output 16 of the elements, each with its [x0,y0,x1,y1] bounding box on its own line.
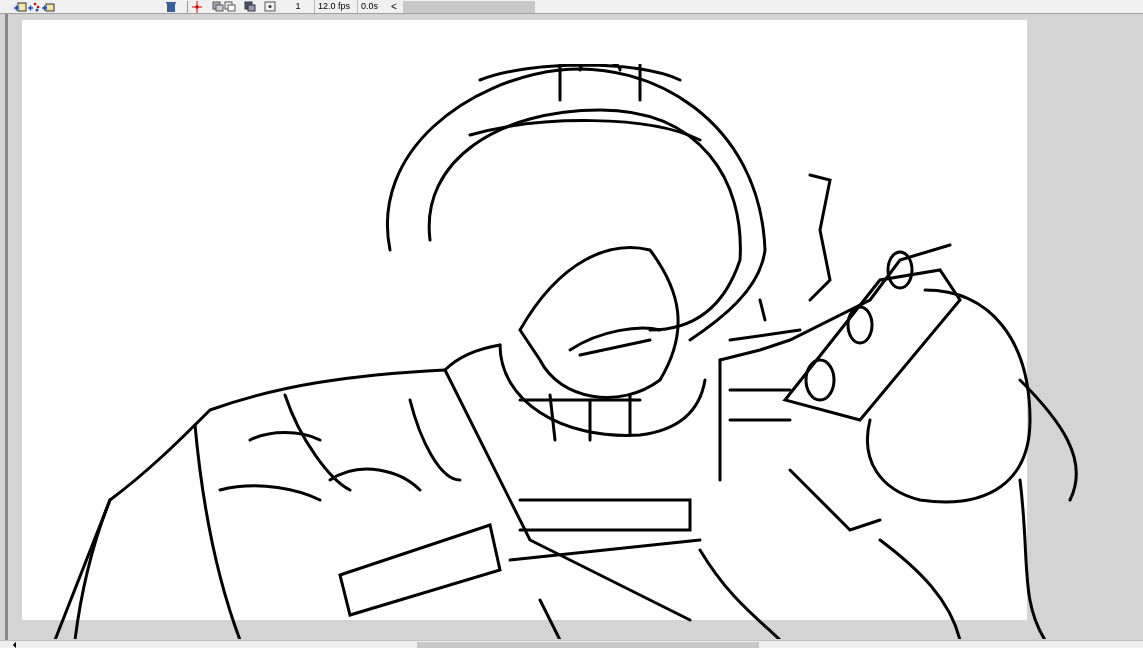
scroll-left-icon[interactable] [12,641,17,648]
stage-scrollbar-thumb[interactable] [417,641,759,648]
elapsed-time: 0.0s [357,0,382,14]
current-frame: 1 [286,0,310,14]
add-guide-layer-icon[interactable] [27,1,41,12]
onion-markers-icon[interactable] [264,1,276,12]
timeline-scrollbar-thumb[interactable] [402,0,535,13]
edit-multiple-frames-icon[interactable] [244,1,256,12]
playhead-center-icon[interactable] [192,0,202,13]
frame-rate: 12.0 fps [314,0,354,14]
trash-icon[interactable] [165,1,177,12]
add-folder-icon[interactable] [41,1,55,12]
add-layer-icon[interactable] [13,1,27,12]
onion-outline-icon[interactable] [224,1,236,12]
onion-skin-icon[interactable] [212,1,224,12]
scroll-left-button[interactable]: < [391,1,397,12]
